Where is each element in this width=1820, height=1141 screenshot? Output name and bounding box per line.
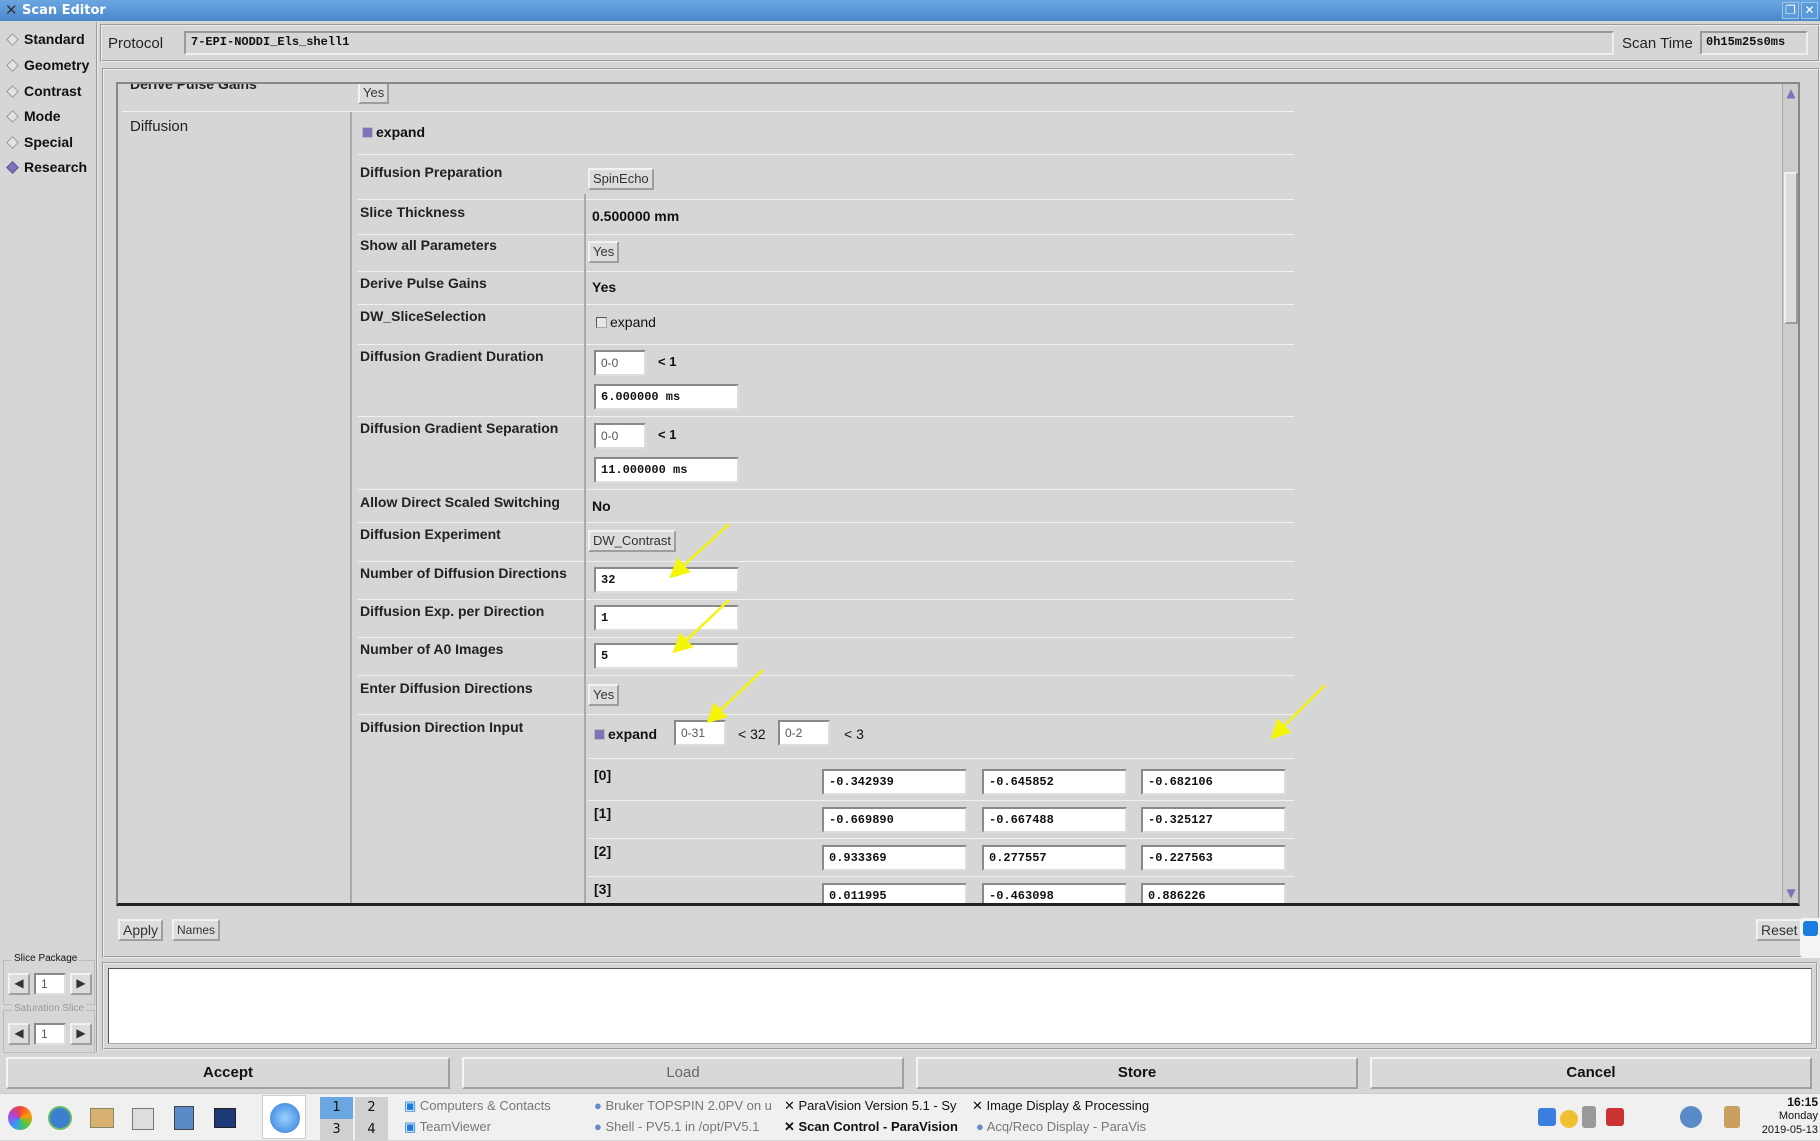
terminal-icon[interactable] — [214, 1108, 236, 1128]
annotation-arrow — [1270, 684, 1326, 740]
annotation-arrow — [706, 669, 764, 724]
workspace-4[interactable]: 4 — [355, 1119, 388, 1141]
apply-button[interactable]: Apply — [118, 919, 164, 941]
phone-icon[interactable] — [1606, 1108, 1624, 1126]
network-icon[interactable] — [1680, 1106, 1702, 1128]
task-scan-control[interactable]: ✕ Scan Control - ParaVision — [784, 1119, 968, 1135]
message-area-frame — [102, 962, 1818, 1050]
browser-icon[interactable] — [48, 1106, 72, 1130]
text-editor-icon[interactable] — [132, 1108, 154, 1130]
task-teamviewer[interactable]: ▣ TeamViewer — [404, 1119, 584, 1135]
task-acq-reco[interactable]: ● Acq/Reco Display - ParaVis — [976, 1119, 1160, 1134]
monitor-icon[interactable] — [174, 1106, 194, 1130]
annotation-arrow — [669, 523, 730, 579]
clock[interactable]: 16:15 Monday 2019-05-13 — [1752, 1095, 1818, 1137]
task-topspin[interactable]: ● Bruker TOPSPIN 2.0PV on u — [594, 1098, 774, 1113]
task-computers-contacts[interactable]: ▣ Computers & Contacts — [404, 1098, 584, 1114]
task-shell[interactable]: ● Shell - PV5.1 in /opt/PV5.1 — [594, 1119, 774, 1134]
workspace-1[interactable]: 1 — [320, 1097, 353, 1119]
globe-icon — [270, 1103, 300, 1133]
start-menu-icon[interactable] — [8, 1106, 32, 1130]
message-area — [108, 968, 1812, 1044]
clipboard-icon[interactable] — [1724, 1106, 1740, 1128]
task-paravision[interactable]: ✕ ParaVision Version 5.1 - Sy — [784, 1098, 968, 1114]
names-button[interactable]: Names — [172, 919, 221, 941]
reset-button[interactable]: Reset — [1756, 919, 1803, 941]
cancel-button[interactable]: Cancel — [1370, 1057, 1812, 1089]
mail-icon[interactable] — [90, 1108, 114, 1128]
accept-button[interactable]: Accept — [6, 1057, 450, 1089]
clock-date: 2019-05-13 — [1761, 1124, 1818, 1136]
teamviewer-icon — [1803, 921, 1818, 936]
active-app-button[interactable] — [262, 1095, 306, 1139]
teamviewer-tab[interactable] — [1800, 918, 1820, 958]
download-icon[interactable] — [1538, 1108, 1556, 1126]
annotation-arrow — [672, 599, 730, 654]
workspace-2[interactable]: 2 — [355, 1097, 388, 1119]
battery-icon[interactable] — [1582, 1106, 1596, 1128]
workspace-3[interactable]: 3 — [320, 1119, 353, 1141]
store-button[interactable]: Store — [916, 1057, 1358, 1089]
clock-time: 16:15 — [1787, 1095, 1818, 1109]
taskbar: 1 2 3 4 ▣ Computers & Contacts ▣ TeamVie… — [0, 1093, 1820, 1141]
clock-day: Monday — [1778, 1110, 1818, 1122]
tag-icon[interactable] — [1560, 1110, 1578, 1128]
load-button[interactable]: Load — [462, 1057, 904, 1089]
task-image-display[interactable]: ✕ Image Display & Processing — [972, 1098, 1156, 1114]
